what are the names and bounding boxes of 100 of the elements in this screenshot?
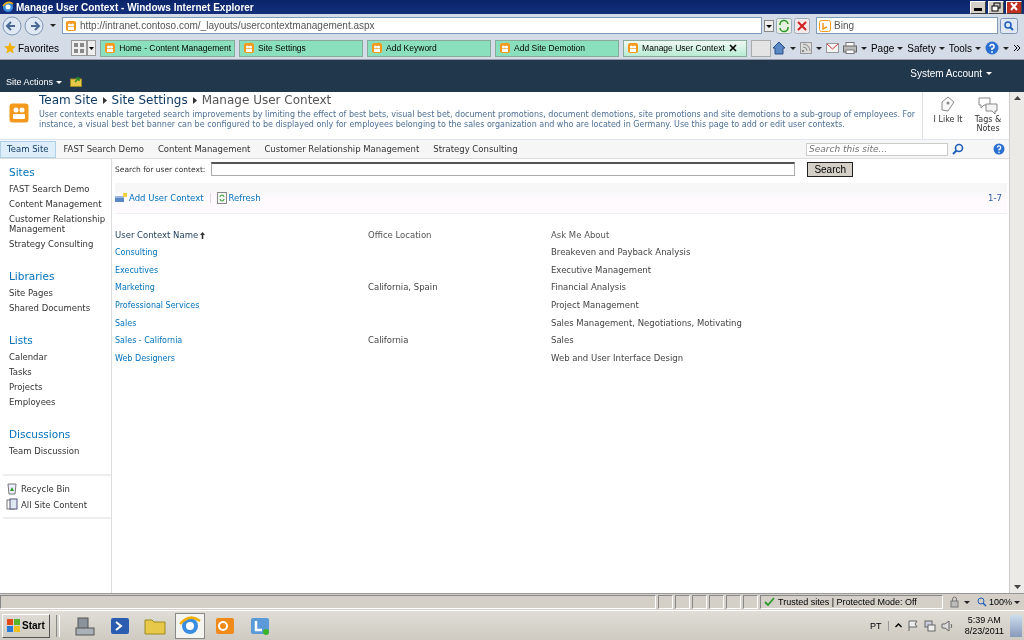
tags-notes-button[interactable]: Tags & Notes xyxy=(973,96,1003,139)
nav-heading[interactable]: Lists xyxy=(9,334,111,346)
nav-link[interactable]: Recycle Bin xyxy=(6,482,111,498)
user-menu[interactable]: System Account xyxy=(910,68,1018,79)
clock-date[interactable]: 8/23/2011 xyxy=(964,625,1004,637)
nav-link[interactable]: Calendar xyxy=(3,350,111,365)
nav-tab[interactable]: Team Site xyxy=(0,140,56,158)
table-link[interactable]: Marketing xyxy=(115,279,368,298)
breadcrumb-link[interactable]: Site Settings xyxy=(111,93,188,107)
table-link[interactable]: Executives xyxy=(115,261,368,280)
stop-icon[interactable] xyxy=(794,17,810,34)
nav-heading[interactable]: Sites xyxy=(9,166,111,178)
close-icon[interactable] xyxy=(729,44,738,52)
close-button[interactable] xyxy=(1006,0,1022,14)
address-field[interactable]: http://intranet.contoso.com/_layouts/usercontextmanagement.aspx xyxy=(62,17,762,34)
magnifier-icon xyxy=(976,597,987,607)
refresh-link[interactable]: Refresh xyxy=(216,192,261,204)
column-header[interactable]: User Context Name xyxy=(115,224,368,244)
flag-icon[interactable] xyxy=(906,619,919,632)
add-link[interactable]: Add User Context xyxy=(115,193,204,203)
help-icon[interactable] xyxy=(993,143,1005,155)
nav-heading[interactable]: Libraries xyxy=(9,270,111,282)
chevron-icon[interactable] xyxy=(1013,44,1021,52)
browser-tab[interactable]: Add Keyword xyxy=(367,39,492,57)
table-cell-text: California, Spain xyxy=(368,281,439,295)
taskbar-app[interactable] xyxy=(174,612,205,639)
zoom-control[interactable]: 100% xyxy=(976,597,1020,607)
table-link[interactable]: Consulting xyxy=(115,244,368,262)
nav-link[interactable]: Strategy Consulting xyxy=(3,237,111,252)
nav-link[interactable]: All Site Content xyxy=(6,498,111,514)
site-actions-menu[interactable]: Site Actions xyxy=(6,77,63,87)
column-header[interactable]: Office Location xyxy=(368,224,551,244)
nav-link[interactable]: Projects xyxy=(3,380,111,395)
nav-tab[interactable]: FAST Search Demo xyxy=(57,141,150,157)
print-icon[interactable] xyxy=(842,42,857,54)
check-icon xyxy=(763,597,775,607)
nav-link[interactable]: FAST Search Demo xyxy=(3,182,111,197)
nav-tab[interactable]: Content Management xyxy=(151,141,257,157)
favorites-button[interactable]: Favorites xyxy=(0,42,64,54)
caret-icon[interactable] xyxy=(815,46,822,50)
nav-tab[interactable]: Customer Relationship Management xyxy=(258,141,426,157)
scrollbar[interactable] xyxy=(1009,92,1024,593)
caret-icon xyxy=(986,72,992,75)
back-button[interactable] xyxy=(2,15,22,36)
page-title: Manage User Context xyxy=(201,93,332,107)
dropdown-icon[interactable] xyxy=(764,19,774,32)
menu-button[interactable]: Tools xyxy=(948,42,981,54)
minimize-button[interactable] xyxy=(970,0,986,14)
caret-icon[interactable] xyxy=(1003,46,1009,50)
restore-button[interactable] xyxy=(988,0,1004,14)
browser-tab[interactable]: Add Site Demotion xyxy=(495,39,620,57)
mail-icon[interactable] xyxy=(825,43,839,53)
language-indicator[interactable]: PT xyxy=(864,620,889,631)
search-field[interactable]: Bing xyxy=(816,17,998,34)
forward-button[interactable] xyxy=(24,15,44,36)
chevron-icon[interactable] xyxy=(894,622,902,629)
nav-link[interactable]: Employees xyxy=(3,395,111,410)
caret-icon[interactable] xyxy=(50,24,56,27)
url-text: http://intranet.contoso.com/_layouts/usercontextmanagement.aspx xyxy=(80,20,375,31)
status-panel xyxy=(674,595,690,609)
nav-link[interactable]: Tasks xyxy=(3,365,111,380)
start-button[interactable]: Start xyxy=(2,613,50,638)
browser-tab[interactable]: Home - Content Management xyxy=(100,39,236,57)
network-icon[interactable] xyxy=(923,619,936,632)
help-icon[interactable] xyxy=(985,41,999,55)
table-link[interactable]: Sales xyxy=(115,314,368,333)
nav-tab[interactable]: Strategy Consulting xyxy=(427,141,524,157)
search-field[interactable] xyxy=(211,162,796,176)
site-search-field[interactable]: Search this site... xyxy=(806,142,948,156)
nav-link[interactable]: Shared Documents xyxy=(3,301,111,316)
nav-heading[interactable]: Discussions xyxy=(9,428,111,440)
browser-tab[interactable]: Manage User Context xyxy=(623,39,748,57)
search-text: Bing xyxy=(834,20,854,31)
table-cell-text: California xyxy=(368,334,410,348)
search-engine-icon xyxy=(819,19,831,32)
home-icon[interactable] xyxy=(771,41,786,55)
clock-time[interactable]: 5:39 AM xyxy=(964,614,1004,626)
menu-button[interactable]: Safety xyxy=(907,42,945,54)
search-icon[interactable] xyxy=(951,142,965,156)
caret-icon[interactable] xyxy=(789,46,796,50)
tab-list-button[interactable] xyxy=(87,40,97,56)
nav-link[interactable]: Site Pages xyxy=(3,286,111,301)
like-button[interactable]: I Like It xyxy=(933,96,963,139)
speaker-icon[interactable] xyxy=(940,619,953,632)
breadcrumb-link[interactable]: Team Site xyxy=(39,93,98,107)
column-header[interactable]: Ask Me About xyxy=(551,224,1009,244)
nav-link[interactable]: Content Management xyxy=(3,197,111,212)
browser-tab[interactable]: Site Settings xyxy=(239,39,364,57)
table-link[interactable]: Professional Services xyxy=(115,297,368,315)
search-button[interactable]: Search xyxy=(807,161,854,177)
search-icon[interactable] xyxy=(1000,17,1018,34)
nav-link[interactable]: Team Discussion xyxy=(3,444,111,459)
table-link[interactable]: Sales - California xyxy=(115,332,368,351)
menu-button[interactable]: Page xyxy=(870,42,904,54)
caret-icon[interactable] xyxy=(860,46,867,50)
nav-link[interactable]: Customer Relationship Management xyxy=(3,212,111,237)
table-link[interactable]: Web Designers xyxy=(115,350,368,368)
site-icon xyxy=(371,42,384,54)
lock-caret-icon[interactable] xyxy=(948,596,971,608)
table-cell-text: Sales xyxy=(551,334,575,348)
